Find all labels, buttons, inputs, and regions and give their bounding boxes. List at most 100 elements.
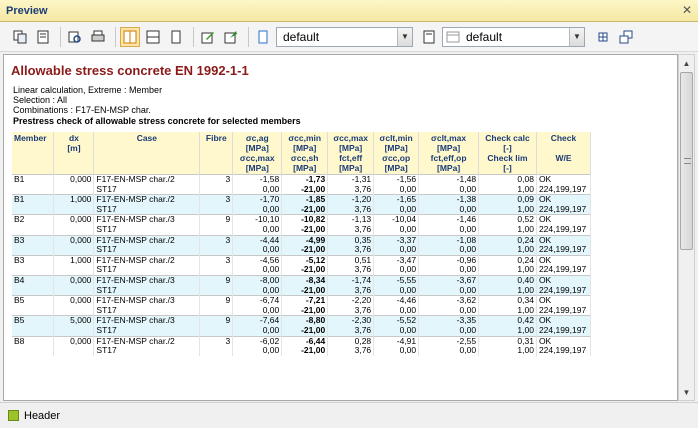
col-dx: dx [m] (53, 132, 95, 175)
table-cell: 3 (199, 335, 234, 347)
table-cell: 0,00 (418, 224, 480, 236)
col-label: Check calc (485, 133, 530, 143)
table-cell: 0,00 (373, 345, 420, 356)
table-row: ST17 0,00 -21,00 3,76 0,00 0,00 1,00 224,199,19… (12, 184, 592, 195)
table-cell: 3 (199, 173, 234, 185)
col-unit: [MPa] (293, 143, 317, 153)
table-cell: 0,000 (53, 214, 95, 225)
toolbar-separator (115, 26, 116, 47)
vertical-scrollbar[interactable]: ▲ ▼ (678, 54, 695, 401)
table-cell: 0,00 (373, 184, 420, 195)
table-cell (12, 184, 55, 195)
table-cell: ST17 (93, 244, 201, 256)
table-cell (199, 245, 234, 256)
table-cell (53, 346, 95, 356)
portrait-layout-button[interactable] (120, 26, 140, 47)
table-cell: 0,00 (232, 184, 283, 195)
col-label: σcc,max (333, 133, 368, 143)
refresh-button[interactable] (221, 27, 241, 47)
print-button[interactable] (88, 27, 108, 47)
toolbar-separator (193, 26, 194, 47)
table-cell (199, 325, 234, 336)
chevron-down-icon[interactable]: ▼ (397, 27, 412, 46)
col-case-label: Case (136, 133, 158, 143)
table-row: ST17 0,00 -21,00 3,76 0,00 0,00 1,00 224,199,19… (12, 305, 592, 316)
table-cell (199, 204, 234, 215)
multi-grid-button[interactable] (616, 27, 636, 47)
col-label: σc,ag (245, 133, 269, 143)
table-cell: 3 (199, 254, 234, 266)
table-cell: 224,199,197 (536, 325, 592, 336)
table-row: ST17 0,00 -21,00 3,76 0,00 0,00 1,00 224,199,19… (12, 224, 592, 236)
table-cell (53, 305, 95, 316)
table-cell: ST17 (93, 264, 201, 276)
table-cell (12, 325, 55, 336)
table-cell: 9 (199, 214, 234, 225)
col-label: σcc,max (239, 153, 275, 163)
table-cell: 0,000 (53, 274, 95, 286)
table-cell: -21,00 (281, 305, 329, 316)
table-cell: 1,00 (478, 244, 537, 256)
scrollbar-thumb[interactable] (680, 72, 693, 250)
table-cell: -21,00 (281, 264, 329, 276)
col-unit: [MPa] (384, 143, 408, 153)
table-cell: B1 (12, 173, 55, 185)
col-sigma4: σclt,min [MPa] σcc,op [MPa] (373, 132, 420, 175)
table-cell: 0,00 (373, 204, 420, 215)
table-cell: -21,00 (281, 345, 329, 356)
rows-layout-button[interactable] (143, 27, 163, 47)
table-cell: ST17 (93, 325, 201, 336)
copy-icon (13, 30, 27, 43)
grid-button[interactable] (593, 27, 613, 47)
print-preview-icon (68, 31, 81, 43)
table-cell: -21,00 (281, 224, 329, 236)
window-title: Preview (6, 4, 48, 17)
table-cell: 0,000 (53, 234, 95, 246)
table-cell: 0,00 (232, 325, 283, 336)
style-combo[interactable]: default ▼ (276, 26, 413, 47)
table-cell: 0,00 (418, 305, 480, 316)
chevron-down-icon[interactable]: ▼ (569, 27, 584, 46)
table-cell: 0,00 (418, 244, 480, 256)
table-cell: 1,00 (478, 325, 537, 336)
table-cell: -21,00 (281, 184, 329, 195)
table-cell: 224,199,197 (536, 305, 592, 316)
layout-combo[interactable]: default ▼ (442, 26, 585, 47)
col-sigma3: σcc,max [MPa] fct,eff [MPa] (327, 132, 375, 175)
table-cell: 1,00 (478, 264, 537, 276)
table-cell: ST17 (93, 345, 201, 356)
rows-icon (146, 30, 160, 43)
table-cell: -21,00 (281, 244, 329, 256)
document-icon (423, 30, 435, 43)
table-cell: 3,76 (327, 204, 375, 215)
edit-button[interactable] (198, 27, 218, 47)
table-cell (53, 204, 95, 215)
table-header-row: Member dx [m] Case Fibre σc,ag [MPa] σcc,ma… (12, 132, 592, 175)
style-icon-button[interactable] (253, 27, 273, 47)
col-label: σclt,min (379, 133, 413, 143)
copy-button[interactable] (10, 27, 30, 47)
table-cell: 0,00 (232, 285, 283, 296)
table-cell: 3,76 (327, 244, 375, 256)
table-cell: 1,000 (53, 194, 95, 205)
table-cell: 0,00 (373, 224, 420, 236)
layout-icon (446, 31, 460, 42)
single-page-button[interactable] (166, 27, 186, 47)
print-preview-button[interactable] (65, 27, 85, 47)
page-setup-button[interactable] (33, 27, 53, 47)
table-cell: ST17 (93, 224, 201, 236)
close-icon[interactable]: ✕ (682, 3, 692, 17)
table-cell: 0,00 (373, 305, 420, 316)
table-row: ST17 0,00 -21,00 3,76 0,00 0,00 1,00 224,199,19… (12, 244, 592, 256)
table-cell: B4 (12, 274, 55, 286)
col-label: σcc,sh (290, 153, 319, 163)
col-fibre: Fibre (199, 132, 234, 175)
status-label[interactable]: Header (24, 410, 60, 422)
report-subtitle: Prestress check of allowable stress conc… (13, 116, 301, 126)
table-cell: 0,00 (373, 285, 420, 296)
page-icon (171, 30, 181, 43)
table-cell: B8 (12, 335, 55, 347)
scroll-down-icon[interactable]: ▼ (679, 384, 694, 400)
scroll-up-icon[interactable]: ▲ (679, 55, 694, 71)
header-style-button[interactable] (419, 27, 439, 47)
